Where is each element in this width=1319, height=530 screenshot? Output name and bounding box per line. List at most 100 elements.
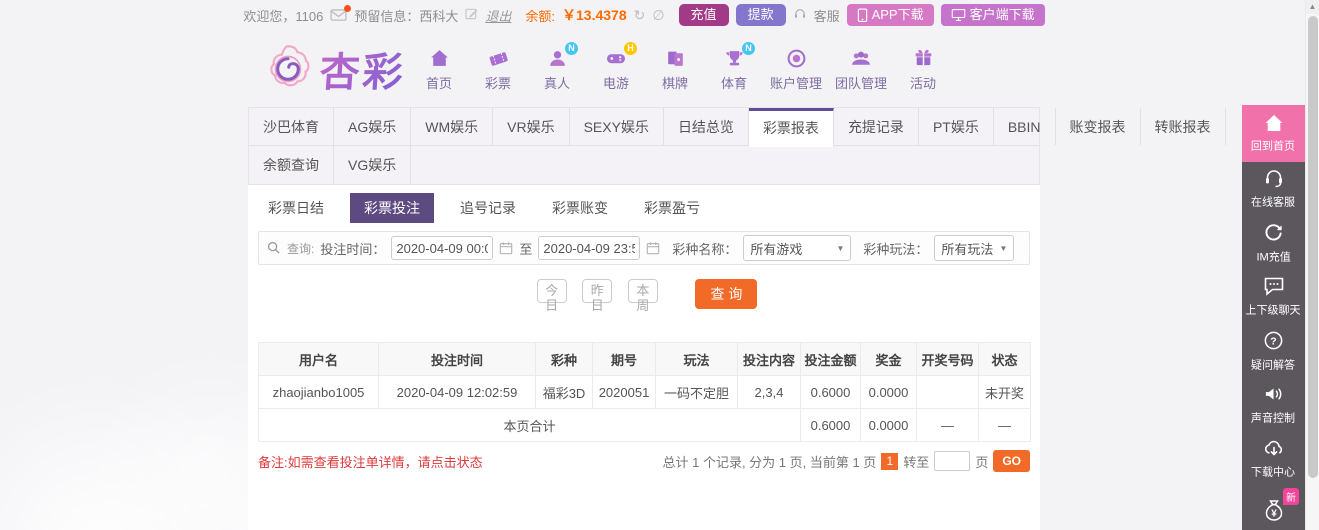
summary-prize-total: 0.0000 (860, 408, 917, 442)
nav-item-lottery[interactable]: 彩票 (475, 48, 521, 92)
tab-deposit-record[interactable]: 充提记录 (834, 108, 919, 145)
money-bag-icon: ¥ (1265, 499, 1282, 521)
tab-balance-query[interactable]: 余额查询 (249, 146, 334, 184)
tab-daily-summary[interactable]: 日结总览 (664, 108, 749, 145)
tab-bbin[interactable]: BBIN (994, 108, 1056, 145)
cell-lottery: 福彩3D (535, 375, 593, 409)
tab-shaba-sports[interactable]: 沙巴体育 (249, 108, 334, 145)
tab-vr[interactable]: VR娱乐 (493, 108, 570, 145)
edit-icon[interactable] (465, 7, 478, 23)
goto-page-input[interactable] (934, 451, 971, 471)
nav-label: 彩票 (484, 76, 511, 91)
logout-link[interactable]: 退出 (485, 6, 511, 25)
chevron-down-icon: ▼ (836, 243, 845, 253)
sidebar-item-im-recharge[interactable]: IM充值 (1242, 216, 1305, 270)
recharge-button[interactable]: 充值 (678, 4, 729, 26)
time-from-input[interactable] (391, 236, 494, 260)
summary-label: 本页合计 (258, 408, 801, 442)
mail-unread-dot (344, 4, 352, 12)
nav-label: 体育 (720, 76, 747, 91)
nav-item-egame[interactable]: H 电游 (593, 42, 639, 92)
nav-item-home[interactable]: 首页 (416, 48, 462, 92)
app-download-button[interactable]: APP下载 (846, 4, 934, 26)
tab-lottery-report[interactable]: 彩票报表 (748, 108, 834, 147)
account-icon (787, 49, 805, 68)
subtab-lottery-change[interactable]: 彩票账变 (542, 193, 618, 223)
cell-prize: 0.0000 (860, 375, 917, 409)
play-select[interactable]: 所有玩法 ▼ (934, 235, 1015, 261)
footer-note: 备注:如需查看投注单详情，请点击状态 (258, 454, 483, 470)
go-button[interactable]: GO (993, 450, 1030, 472)
subtab-chase-record[interactable]: 追号记录 (450, 193, 526, 223)
tab-wm[interactable]: WM娱乐 (411, 108, 494, 145)
report-tabs: 沙巴体育 AG娱乐 WM娱乐 VR娱乐 SEXY娱乐 日结总览 彩票报表 充提记… (248, 107, 1226, 185)
hide-balance-icon[interactable]: ∅ (652, 7, 664, 24)
primary-nav: 首页 彩票 N 真人 H 电游 棋牌 N 体育 账户管理 团队管理 活动 (416, 42, 946, 92)
nav-item-live[interactable]: N 真人 (534, 42, 580, 92)
page-scrollbar[interactable]: ▲ (1305, 0, 1319, 530)
sidebar-item-download-center[interactable]: 下载中心 (1242, 432, 1305, 486)
cell-status[interactable]: 未开奖 (978, 375, 1031, 409)
game-select-value: 所有游戏 (750, 241, 803, 257)
tab-transfer-report[interactable]: 转账报表 (1141, 108, 1226, 145)
col-bet-amount: 投注金额 (800, 342, 861, 376)
sidebar-item-label: 声音控制 (1251, 411, 1296, 425)
sidebar-item-chat[interactable]: 上下级聊天 (1242, 270, 1305, 324)
play-type-label: 彩种玩法： (863, 241, 929, 257)
logo-text: 杏彩 (318, 40, 408, 98)
sidebar-item-label: 疑问解答 (1251, 358, 1296, 371)
quick-range-row: 今日 昨日 本周 查 询 (248, 279, 1040, 313)
refresh-balance-icon[interactable]: ↻ (634, 7, 646, 24)
nav-item-chess[interactable]: 棋牌 (652, 48, 698, 92)
service-link[interactable]: 客服 (814, 6, 840, 25)
current-page-badge[interactable]: 1 (881, 452, 899, 470)
col-lottery: 彩种 (535, 342, 593, 376)
calendar-icon[interactable] (646, 241, 660, 255)
sidebar-item-bonus[interactable]: 新 ¥ (1242, 486, 1305, 530)
team-icon (852, 51, 870, 65)
nav-item-promo[interactable]: 活动 (900, 48, 946, 92)
subtab-lottery-bets[interactable]: 彩票投注 (350, 193, 434, 223)
cell-username: zhaojianbo1005 (258, 375, 379, 409)
tab-pt[interactable]: PT娱乐 (919, 108, 994, 145)
tiles-icon (667, 51, 683, 66)
float-sidebar: 回到首页 在线客服 IM充值 上下级聊天 ? 疑问解答 声音控制 下载中心 新 … (1242, 105, 1305, 530)
table-summary-row: 本页合计 0.6000 0.0000 — — (258, 408, 1031, 442)
week-button[interactable]: 本周 (627, 279, 658, 313)
col-issue: 期号 (592, 342, 656, 376)
sidebar-item-label: 回到首页 (1251, 139, 1296, 152)
home-icon (1265, 114, 1282, 131)
tab-vg[interactable]: VG娱乐 (334, 146, 412, 184)
withdraw-button[interactable]: 提款 (735, 4, 786, 26)
nav-item-team[interactable]: 团队管理 (835, 48, 887, 92)
col-status: 状态 (978, 342, 1031, 376)
subtab-lottery-daily[interactable]: 彩票日结 (258, 193, 334, 223)
tab-account-change[interactable]: 账变报表 (1056, 108, 1141, 145)
table-header-row: 用户名 投注时间 彩种 期号 玩法 投注内容 投注金额 奖金 开奖号码 状态 (258, 342, 1031, 376)
subtab-lottery-pl[interactable]: 彩票盈亏 (634, 193, 710, 223)
calendar-icon[interactable] (499, 241, 513, 255)
sidebar-item-online-service[interactable]: 在线客服 (1242, 162, 1305, 216)
game-select[interactable]: 所有游戏 ▼ (743, 235, 852, 261)
yesterday-button[interactable]: 昨日 (582, 279, 613, 313)
sidebar-item-faq[interactable]: ? 疑问解答 (1242, 324, 1305, 378)
time-to-input[interactable] (538, 236, 641, 260)
nav-item-account[interactable]: 账户管理 (770, 48, 822, 92)
scrollbar-thumb[interactable] (1308, 16, 1318, 478)
scrollbar-up-arrow[interactable]: ▲ (1306, 0, 1319, 14)
phone-icon (857, 7, 867, 22)
sidebar-item-back-home[interactable]: 回到首页 (1242, 105, 1305, 162)
nav-item-sports[interactable]: N 体育 (711, 42, 757, 92)
sidebar-item-sound[interactable]: 声音控制 (1242, 378, 1305, 432)
today-button[interactable]: 今日 (536, 279, 567, 313)
summary-bet-total: 0.6000 (800, 408, 861, 442)
site-logo[interactable]: 杏彩 (262, 40, 408, 98)
client-download-button[interactable]: 客户端下载 (940, 4, 1045, 26)
sidebar-item-label: IM充值 (1256, 250, 1291, 263)
tab-ag[interactable]: AG娱乐 (334, 108, 412, 145)
tab-sexy[interactable]: SEXY娱乐 (570, 108, 664, 145)
new-badge: N (565, 42, 578, 55)
search-button[interactable]: 查 询 (695, 279, 758, 309)
mail-icon[interactable] (330, 4, 352, 22)
col-draw-number: 开奖号码 (916, 342, 979, 376)
